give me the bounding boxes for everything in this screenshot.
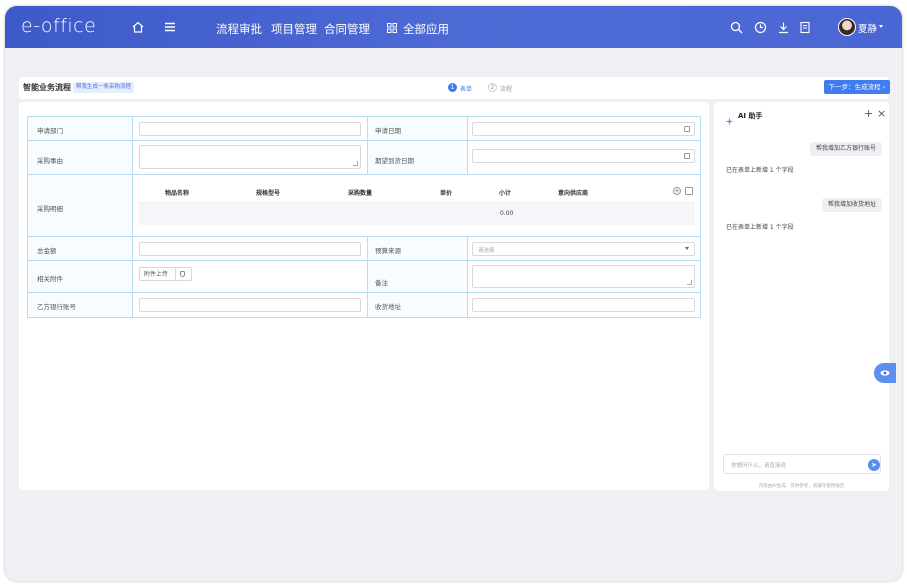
download-icon[interactable] <box>773 17 793 37</box>
nav-project[interactable]: 项目管理 <box>271 21 317 37</box>
total-amount-label: 总金额 <box>37 247 57 255</box>
nav-all-apps[interactable]: 全部应用 <box>403 21 449 37</box>
next-step-button[interactable]: 下一步：生成流程 › <box>824 80 890 94</box>
document-icon[interactable] <box>795 17 815 37</box>
add-row-icon[interactable]: + <box>673 187 681 195</box>
page-title: 智能业务流程 <box>23 83 71 92</box>
step-2-dot[interactable]: 2 <box>488 83 497 92</box>
user-message: 帮我增加收货地址 <box>821 198 882 212</box>
chevron-down-icon[interactable] <box>879 25 883 28</box>
apply-date-label: 申请日期 <box>375 127 401 135</box>
bank-account-input[interactable] <box>139 298 361 312</box>
apply-dept-label: 申请部门 <box>37 127 63 135</box>
prompt-tag: 帮我生成一条采购流程 <box>73 82 135 93</box>
detail-header: 意向供应商 <box>558 190 589 197</box>
step-1-dot[interactable]: 1 <box>448 83 457 92</box>
budget-source-label: 预算来源 <box>375 247 401 255</box>
paperclip-icon <box>180 271 185 277</box>
search-icon[interactable] <box>726 17 746 37</box>
purchase-reason-textarea[interactable] <box>139 145 361 169</box>
sparkle-icon <box>725 111 734 126</box>
delivery-address-label: 收货地址 <box>375 303 401 311</box>
calendar-icon <box>684 126 690 132</box>
top-bar: e-office 流程审批 项目管理 合同管理 全部应用 夏静 <box>5 6 902 48</box>
subtotal-value: 0.00 <box>500 210 514 217</box>
detail-header: 单价 <box>440 190 453 197</box>
close-icon[interactable]: × <box>877 107 886 120</box>
expected-date-label: 期望到货日期 <box>375 157 414 165</box>
remark-label: 备注 <box>375 279 388 287</box>
assistant-reply: 已在表单上新增 1 个字段 <box>726 167 794 174</box>
plus-icon[interactable]: + <box>864 107 873 120</box>
apply-date-input[interactable] <box>472 122 695 136</box>
budget-placeholder: 请选择 <box>478 248 495 254</box>
attachment-label: 相关附件 <box>37 275 63 283</box>
upload-button[interactable]: 附件上传 <box>139 267 192 281</box>
nav-approval[interactable]: 流程审批 <box>216 21 262 37</box>
menu-icon[interactable] <box>160 17 180 37</box>
home-icon[interactable] <box>128 17 148 37</box>
step-1-label[interactable]: 表单 <box>460 84 472 93</box>
detail-header: 规格型号 <box>256 190 281 197</box>
purchase-detail-label: 采购明细 <box>37 205 63 213</box>
send-icon[interactable]: ➤ <box>868 459 880 471</box>
app-logo[interactable]: e-office <box>21 15 96 37</box>
chevron-down-icon <box>685 247 689 250</box>
apps-grid-icon[interactable] <box>385 21 399 35</box>
detail-header: 物品名称 <box>165 190 190 197</box>
eye-icon[interactable] <box>874 363 896 383</box>
avatar[interactable] <box>838 18 856 36</box>
ai-chat-input[interactable]: 你想问什么，请直接说 ➤ <box>723 454 881 474</box>
remark-textarea[interactable] <box>472 265 695 288</box>
form-card: 申请部门 申请日期 采购事由 期望到货日期 采购明细 物品名称 规格型号 采购数… <box>19 102 709 490</box>
budget-source-select[interactable]: 请选择 <box>472 242 695 256</box>
user-name[interactable]: 夏静 <box>858 21 877 35</box>
expand-icon[interactable] <box>685 187 693 195</box>
detail-header: 采购数量 <box>348 190 373 197</box>
ai-input-placeholder: 你想问什么，请直接说 <box>731 463 787 469</box>
nav-contract[interactable]: 合同管理 <box>324 21 370 37</box>
delivery-address-input[interactable] <box>472 298 695 312</box>
ai-title: AI 助手 <box>738 112 763 120</box>
detail-header: 小计 <box>499 190 512 197</box>
table-row <box>139 203 695 225</box>
user-message: 帮我增加乙方银行账号 <box>809 142 882 156</box>
ai-assistant-panel: AI 助手 + × 帮我增加乙方银行账号 已在表单上新增 1 个字段 帮我增加收… <box>714 102 889 491</box>
purchase-reason-label: 采购事由 <box>37 157 63 165</box>
upload-label: 附件上传 <box>144 271 169 278</box>
bank-account-label: 乙方银行账号 <box>37 303 76 311</box>
ai-disclaimer: 内容由AI生成，仅供参考，请遵守使用规范 <box>758 484 845 489</box>
assistant-reply: 已在表单上新增 1 个字段 <box>726 224 794 231</box>
apply-dept-input[interactable] <box>139 122 361 136</box>
app-window: e-office 流程审批 项目管理 合同管理 全部应用 夏静 智能业务流程 帮… <box>5 6 902 581</box>
calendar-icon <box>684 153 690 159</box>
process-header: 智能业务流程 帮我生成一条采购流程 1 表单 · 2 流程 <box>19 77 889 99</box>
total-amount-input[interactable] <box>139 242 361 256</box>
step-2-label[interactable]: 流程 <box>500 84 512 93</box>
expected-date-input[interactable] <box>472 149 695 163</box>
clock-icon[interactable] <box>750 17 770 37</box>
divider <box>175 268 176 280</box>
step-separator: · <box>478 84 480 91</box>
